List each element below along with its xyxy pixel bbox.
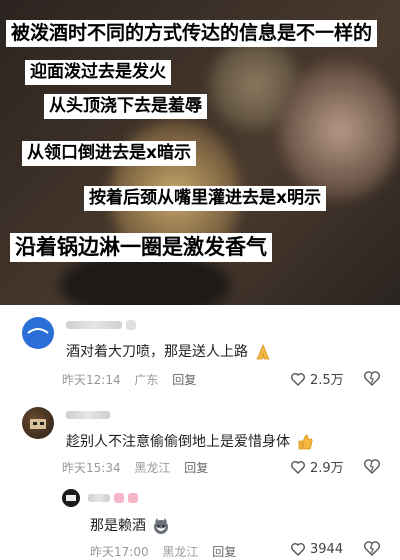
reply-button[interactable]: 回复	[212, 545, 236, 559]
broken-heart-icon[interactable]	[363, 457, 381, 475]
post-caption-line: 从头顶浇下去是羞辱	[44, 94, 207, 119]
comment-time: 昨天17:00	[90, 545, 149, 559]
praying-hands-icon	[256, 343, 271, 360]
username-obscured[interactable]	[88, 494, 110, 502]
user-badge-icon	[114, 493, 124, 503]
broken-heart-icon[interactable]	[363, 539, 381, 557]
reply-item: 那是赖酒 昨天17:00 黑龙江 回复 3944	[0, 483, 400, 560]
like-count: 3944	[310, 541, 344, 557]
username-obscured[interactable]	[66, 321, 122, 329]
like-count: 2.5万	[310, 373, 344, 388]
user-badge-icon	[126, 320, 136, 330]
reply-button[interactable]: 回复	[172, 373, 196, 387]
comment-meta: 昨天15:34 黑龙江 回复	[62, 459, 218, 476]
broken-heart-icon[interactable]	[363, 369, 381, 387]
comment-location: 黑龙江	[134, 461, 171, 475]
post-caption-line: 按着后颈从嘴里灌进去是x明示	[84, 186, 326, 211]
username-obscured[interactable]	[66, 411, 110, 419]
heart-icon	[291, 543, 305, 556]
comment-time: 昨天15:34	[62, 461, 121, 475]
comment-text: 那是赖酒	[90, 515, 170, 535]
avatar[interactable]	[62, 489, 80, 507]
heart-icon	[291, 372, 305, 386]
like-button[interactable]: 2.5万	[290, 369, 344, 388]
post-caption-line: 迎面泼过去是发火	[25, 60, 171, 85]
like-button[interactable]: 2.9万	[290, 457, 344, 476]
comment-item: 趁别人不注意偷偷倒地上是爱惜身体 昨天15:34 黑龙江 回复 2.9万	[0, 395, 400, 483]
comment-location: 黑龙江	[162, 545, 199, 559]
like-count: 2.9万	[310, 461, 344, 476]
post-image[interactable]: 被泼酒时不同的方式传达的信息是不一样的 迎面泼过去是发火 从头顶浇下去是羞辱 从…	[0, 0, 400, 305]
reply-button[interactable]: 回复	[184, 461, 208, 475]
comment-item: 酒对着大刀喷，那是送人上路 昨天12:14 广东 回复 2.5万	[0, 305, 400, 395]
hand-shape	[280, 60, 400, 200]
husky-icon	[154, 518, 169, 534]
avatar[interactable]	[22, 407, 54, 439]
avatar[interactable]	[22, 317, 54, 349]
heart-icon	[291, 460, 305, 474]
comment-text: 酒对着大刀喷，那是送人上路	[66, 341, 272, 361]
like-button[interactable]: 3944	[290, 541, 343, 557]
user-badge-icon	[128, 493, 138, 503]
thumbs-up-icon	[299, 434, 314, 450]
post-caption-line: 从领口倒进去是x暗示	[22, 141, 196, 166]
comment-location: 广东	[134, 373, 159, 387]
comment-meta: 昨天17:00 黑龙江 回复	[90, 543, 246, 560]
comment-time: 昨天12:14	[62, 373, 121, 387]
post-caption-line: 沿着锅边淋一圈是激发香气	[10, 233, 272, 262]
comment-meta: 昨天12:14 广东 回复	[62, 371, 206, 388]
comment-text: 趁别人不注意偷偷倒地上是爱惜身体	[66, 431, 314, 451]
post-caption-title: 被泼酒时不同的方式传达的信息是不一样的	[6, 20, 378, 47]
